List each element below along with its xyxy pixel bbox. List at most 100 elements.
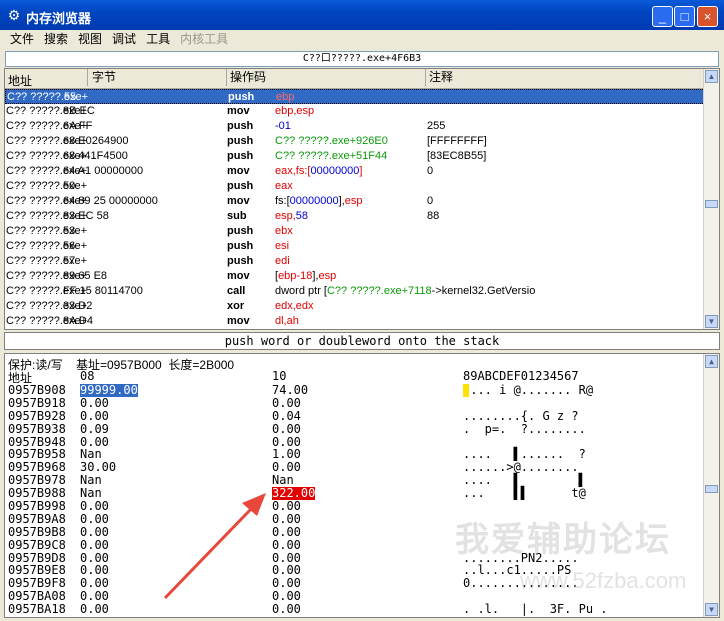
disasm-bytes: 89 65 E8 bbox=[63, 270, 108, 282]
mem-scroll-down-icon[interactable]: ▼ bbox=[705, 603, 718, 616]
operand-part: eax,fs:[ bbox=[275, 165, 311, 177]
memory-value[interactable]: 0.00 bbox=[272, 603, 301, 616]
memory-ascii[interactable]: . p=. ?........ bbox=[463, 422, 586, 436]
disasm-row[interactable]: C?? ?????.exe+ 53 push ebx bbox=[5, 224, 705, 239]
disasm-opcode: mov bbox=[227, 195, 250, 207]
col-opcode[interactable]: 操作码 bbox=[226, 69, 266, 86]
menu-tools[interactable]: 工具 bbox=[141, 30, 175, 47]
operand-part: dword ptr [ bbox=[275, 285, 327, 297]
memory-row[interactable]: 0957B928 0.00 0.04 ........{. G z ? bbox=[5, 409, 705, 423]
memory-ascii[interactable]: ... ▌▌ t@ bbox=[463, 487, 586, 500]
col-comment[interactable]: 注释 bbox=[425, 69, 453, 86]
disasm-row[interactable]: C?? ?????.exe+ 56 push esi bbox=[5, 239, 705, 254]
disasm-row[interactable]: C?? ?????.exe+ FF 15 80114700 call dword pt… bbox=[5, 284, 705, 299]
disasm-opcode: mov bbox=[227, 270, 250, 282]
menu-search[interactable]: 搜索 bbox=[39, 30, 73, 47]
disasm-row[interactable]: C?? ?????.exe+ 64 89 25 00000000 mov fs:[00… bbox=[5, 194, 705, 209]
disasm-row[interactable]: C?? ?????.exe+ 50 push eax bbox=[5, 179, 705, 194]
operand-part: dl,ah bbox=[275, 315, 299, 327]
disassembler-scrollbar[interactable]: ▲ ▼ bbox=[703, 69, 719, 329]
memory-value[interactable]: 0.00 bbox=[272, 422, 301, 436]
memory-value[interactable]: 0.00 bbox=[272, 512, 301, 526]
disasm-row[interactable]: C?? ?????.exe+ 83 EC 58 sub esp,58 88 bbox=[5, 209, 705, 224]
scroll-thumb[interactable] bbox=[705, 200, 718, 208]
maximize-button[interactable]: □ bbox=[674, 6, 695, 27]
memory-row[interactable]: 0957B988 Nan 322.00... ▌▌ t@ bbox=[5, 487, 705, 501]
scroll-up-icon[interactable]: ▲ bbox=[705, 70, 718, 83]
mem-scroll-up-icon[interactable]: ▲ bbox=[705, 355, 718, 368]
col-address[interactable]: 地址 bbox=[8, 72, 32, 89]
col-bytes[interactable]: 字节 bbox=[87, 69, 116, 86]
memory-scrollbar[interactable]: ▲ ▼ bbox=[703, 354, 719, 617]
menu-debug[interactable]: 调试 bbox=[107, 30, 141, 47]
menu-view[interactable]: 视图 bbox=[73, 30, 107, 47]
disasm-bytes: 64 89 25 00000000 bbox=[63, 195, 158, 207]
close-button[interactable]: × bbox=[697, 6, 718, 27]
disasm-row[interactable]: C?? ?????.exe+ 68 E0264900 push C?? ?????.e… bbox=[5, 134, 705, 149]
operand-part: C?? ?????.exe+7118 bbox=[326, 285, 432, 297]
memory-value[interactable]: 0.04 bbox=[272, 409, 301, 423]
disasm-operands: ebp bbox=[276, 90, 294, 105]
memory-row[interactable]: 0957BA18 0.00 0.00 . .l. |. 3F. Pu . bbox=[5, 603, 705, 616]
disasm-bytes: FF 15 80114700 bbox=[63, 285, 143, 297]
disasm-opcode: sub bbox=[227, 210, 247, 222]
disasm-row[interactable]: C?? ?????.exe+ 6A FF push -01 255 bbox=[5, 119, 705, 134]
disasm-row[interactable]: C?? ?????.exe+ 8A D4 mov dl,ah bbox=[5, 314, 705, 329]
memory-row[interactable]: 0957B948 0.00 0.00 bbox=[5, 435, 705, 449]
disasm-bytes: 50 bbox=[63, 180, 76, 192]
disasm-row[interactable]: C?? ?????.exe+ 33 D2 xor edx,edx bbox=[5, 299, 705, 314]
operand-part: esp bbox=[318, 270, 337, 282]
disasm-operands: fs:[00000000],esp bbox=[275, 194, 363, 209]
mem-scroll-thumb[interactable] bbox=[705, 485, 718, 493]
disasm-opcode: push bbox=[227, 180, 254, 192]
memory-address: 0957B9C8 bbox=[8, 537, 66, 552]
memory-ascii[interactable]: ... i @....... R@ bbox=[463, 384, 593, 397]
opcode-description: push word or doubleword onto the stack bbox=[4, 332, 720, 350]
memory-value[interactable]: 0.00 bbox=[80, 525, 109, 539]
menu-bar: 文件 搜索 视图 调试 工具 内核工具 bbox=[0, 30, 724, 48]
disasm-opcode: mov bbox=[227, 105, 250, 117]
disasm-row[interactable]: C?? ?????.exe+ 64 A1 00000000 mov eax,fs:[0… bbox=[5, 164, 705, 179]
memory-row[interactable]: 0957B998 0.00 0.00 bbox=[5, 500, 705, 513]
memory-ascii[interactable]: ........{. G z ? bbox=[463, 409, 579, 423]
minimize-button[interactable]: _ bbox=[652, 6, 673, 27]
memory-row[interactable]: 0957B968 30.00 0.00 ......>@........ bbox=[5, 461, 705, 474]
disasm-row[interactable]: C?? ?????.exe+ 8B EC mov ebp,esp bbox=[5, 104, 705, 119]
memory-value[interactable]: 0.00 bbox=[272, 538, 301, 552]
disassembler-panel[interactable]: 地址 字节 操作码 注释 C?? ?????.exe+ 55 push ebp C?? … bbox=[4, 68, 720, 330]
scroll-down-icon[interactable]: ▼ bbox=[705, 315, 718, 328]
disasm-row[interactable]: C?? ?????.exe+ 57 push edi bbox=[5, 254, 705, 269]
memory-value[interactable]: 0.09 bbox=[80, 422, 109, 436]
disasm-operands: dword ptr [C?? ?????.exe+7118->kernel32.… bbox=[275, 284, 535, 299]
memory-value[interactable]: 0.00 bbox=[80, 396, 109, 410]
memory-row[interactable]: 0957B918 0.00 0.00 bbox=[5, 395, 705, 410]
disasm-operands: dl,ah bbox=[275, 314, 299, 329]
disasm-opcode: push bbox=[227, 150, 254, 162]
disasm-operands: ebx bbox=[275, 224, 293, 239]
memory-value[interactable]: 0.00 bbox=[80, 409, 109, 423]
memory-value[interactable]: 0.00 bbox=[80, 603, 109, 616]
menu-file[interactable]: 文件 bbox=[5, 30, 39, 47]
operand-part: 00000000 bbox=[310, 165, 360, 177]
memory-row[interactable]: 0957B908 99999.00 74.00 ... i @....... R@ bbox=[5, 384, 705, 397]
memory-value[interactable]: 0.00 bbox=[272, 525, 301, 539]
operand-part: C?? ?????.exe+51F44 bbox=[275, 150, 388, 162]
memory-address: 0957B918 bbox=[8, 395, 66, 410]
memory-value[interactable]: 0.00 bbox=[80, 538, 109, 552]
menu-kernel-tools: 内核工具 bbox=[180, 32, 229, 46]
disasm-opcode: push bbox=[228, 91, 255, 103]
memory-ascii[interactable]: . .l. |. 3F. Pu . bbox=[463, 603, 608, 616]
memory-row[interactable]: 0957B978 Nan Nan.... ▌ ▌ bbox=[5, 474, 705, 487]
disasm-operands: esp,58 bbox=[275, 209, 308, 224]
memory-row[interactable]: 0957B938 0.09 0.00 . p=. ?........ bbox=[5, 422, 705, 436]
disasm-row[interactable]: C?? ?????.exe+ 68 441F4500 push C?? ?????.e… bbox=[5, 149, 705, 164]
disasm-row[interactable]: C?? ?????.exe+ 89 65 E8 mov [ebp-18],esp bbox=[5, 269, 705, 284]
disasm-bytes: 6A FF bbox=[63, 120, 93, 132]
memory-value[interactable]: 0.00 bbox=[80, 512, 109, 526]
memory-value[interactable]: 0.00 bbox=[272, 396, 301, 410]
disasm-row[interactable]: C?? ?????.exe+ 55 push ebp bbox=[5, 89, 705, 104]
current-address-bar[interactable]: C??口?????.exe+4F6B3 bbox=[5, 51, 719, 67]
disasm-operands: esi bbox=[275, 239, 289, 254]
memory-header: 地址 08 10 89ABCDEF01234567 bbox=[5, 369, 705, 385]
disasm-bytes: 33 D2 bbox=[63, 300, 93, 312]
